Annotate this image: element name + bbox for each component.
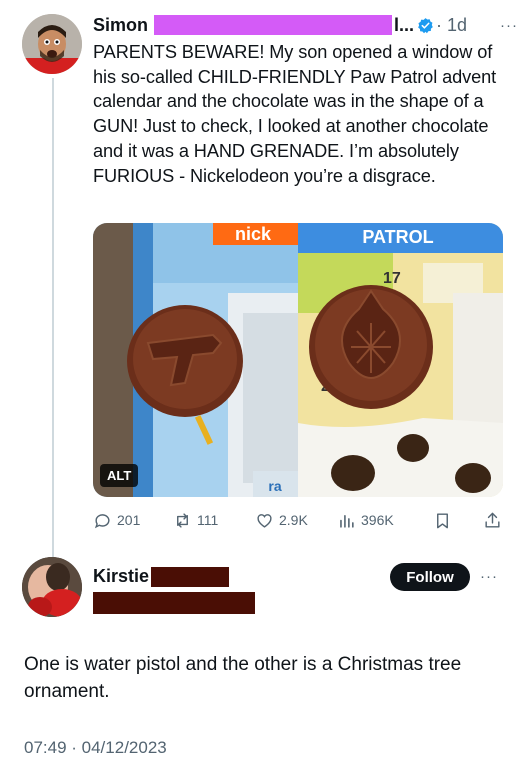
tweet-media-image[interactable]: nick PATROL 17 23 ra: [93, 223, 503, 497]
share-icon: [485, 512, 500, 528]
author-name-tail[interactable]: l...: [394, 15, 414, 36]
reply-icon: [94, 513, 110, 528]
author-avatar[interactable]: [22, 14, 82, 74]
redaction-bar: [154, 15, 393, 35]
more-options-icon[interactable]: ···: [500, 17, 518, 34]
door-number-17: 17: [383, 270, 401, 287]
handle-redaction-bar: [93, 592, 255, 614]
bottom-logo-text: ra: [268, 478, 281, 494]
alt-text-badge[interactable]: ALT: [100, 464, 139, 487]
follow-button[interactable]: Follow: [390, 563, 470, 591]
reply-text: One is water pistol and the other is a C…: [24, 654, 462, 702]
tweet-time[interactable]: · 1d: [436, 15, 467, 36]
reply-avatar-photo: [22, 557, 82, 617]
verified-badge-icon: [418, 17, 433, 33]
media-photo: nick PATROL 17 23 ra: [93, 223, 503, 497]
tweet-action-bar: 201 111 2.9K 396K: [93, 508, 507, 532]
repost-icon: [177, 512, 188, 528]
reply-more-options-icon[interactable]: ···: [480, 568, 498, 585]
reply-count: 201: [117, 512, 141, 528]
reply-author-name[interactable]: Kirstie: [93, 566, 149, 587]
author-name[interactable]: Simon: [93, 15, 148, 36]
nick-logo-text: nick: [235, 224, 272, 244]
reply-header: Kirstie: [93, 566, 230, 587]
bookmark-icon: [437, 512, 448, 528]
redaction-bar: [151, 566, 230, 587]
heart-icon: [257, 513, 272, 528]
reply-author-avatar[interactable]: [22, 557, 82, 617]
like-button[interactable]: 2.9K: [255, 511, 337, 530]
views-count: 396K: [361, 512, 394, 528]
avatar-photo: [22, 14, 82, 74]
thread-connector-line: [52, 78, 54, 560]
views-button[interactable]: 396K: [337, 511, 433, 530]
reply-timestamp[interactable]: 07:49 · 04/12/2023: [24, 738, 167, 758]
reply-button[interactable]: 201: [93, 511, 173, 530]
repost-button[interactable]: 111: [173, 511, 255, 530]
share-button[interactable]: [483, 511, 507, 530]
patrol-banner-text: PATROL: [362, 227, 433, 247]
like-count: 2.9K: [279, 512, 308, 528]
tweet-text: PARENTS BEWARE! My son opened a window o…: [93, 42, 497, 186]
repost-count: 111: [197, 512, 219, 528]
tweet-header: Simon l... · 1d ···: [93, 13, 518, 37]
bookmark-button[interactable]: [433, 511, 483, 530]
views-chart-icon: [340, 514, 354, 528]
